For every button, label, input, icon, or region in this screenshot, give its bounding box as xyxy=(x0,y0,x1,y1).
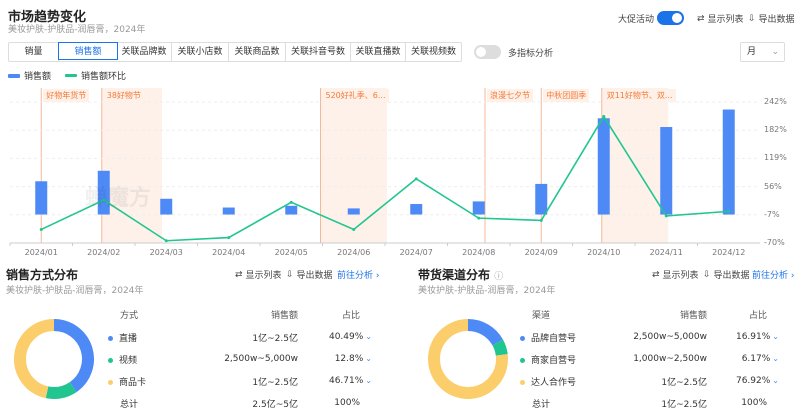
x-tick-label: 2024/06 xyxy=(337,248,371,257)
table-row: 视频 2,500w~5,000w 12.8% ⌄ xyxy=(108,348,380,370)
series-dot xyxy=(108,335,113,341)
x-tick-label: 2024/05 xyxy=(274,248,308,257)
chevron-down-icon: ⌄ xyxy=(365,376,372,385)
y-tick-label: -70% xyxy=(764,238,785,247)
y-tick-label: 242% xyxy=(764,97,787,106)
right-export-button[interactable]: ⇩ 导出数据 xyxy=(703,268,750,282)
chevron-right-icon: › xyxy=(375,271,380,281)
series-dot xyxy=(108,357,113,363)
left-panel-title: 销售方式分布 xyxy=(6,268,79,282)
event-label[interactable]: 浪漫七夕节 xyxy=(487,89,533,102)
left-panel-subtitle: 美妆护肤-护肤品-润唇膏，2024年 xyxy=(6,286,144,296)
table-row: 商品卡 1亿~2.5亿 46.71% ⌄ xyxy=(108,370,380,392)
pct-expand[interactable]: 16.91% ⌄ xyxy=(707,326,787,348)
y-tick-label: 182% xyxy=(764,125,787,135)
pct-expand[interactable]: 46.71% ⌄ xyxy=(298,370,380,392)
download-icon: ⇩ xyxy=(703,269,711,280)
donut-slice[interactable] xyxy=(492,339,508,356)
x-tick-label: 2024/12 xyxy=(712,248,746,257)
sales-method-donut xyxy=(14,319,94,399)
donut-slice[interactable] xyxy=(53,319,94,393)
event-label[interactable]: 好物年货节 xyxy=(43,89,90,102)
list-icon: ⇄ xyxy=(235,269,243,280)
x-tick-label: 2024/11 xyxy=(649,248,683,257)
left-export-button[interactable]: ⇩ 导出数据 xyxy=(286,268,333,282)
sales-method-table: 方式 销售额 占比 直播 1亿~2.5亿 40.49% ⌄ 视频 2,500w~5… xyxy=(108,302,380,414)
pct-expand[interactable]: 76.92% ⌄ xyxy=(707,370,787,392)
chevron-down-icon: ⌄ xyxy=(772,332,779,341)
table-header-row: 渠道 销售额 占比 xyxy=(532,310,767,321)
right-panel-title: 带货渠道分布 ⓘ xyxy=(418,268,504,282)
series-dot xyxy=(520,335,525,341)
table-total-row: 总计 1亿~2.5亿 100% xyxy=(532,398,767,410)
x-tick-label: 2024/09 xyxy=(524,248,558,257)
table-header-row: 方式 销售额 占比 xyxy=(120,310,360,321)
donut-slice[interactable] xyxy=(467,319,503,346)
chevron-down-icon: ⌄ xyxy=(365,332,372,341)
series-dot xyxy=(520,379,525,385)
table-row: 直播 1亿~2.5亿 40.49% ⌄ xyxy=(108,326,380,348)
table-total-row: 总计 2.5亿~5亿 100% xyxy=(120,398,360,410)
right-panel-subtitle: 美妆护肤-护肤品-润唇膏，2024年 xyxy=(418,286,556,296)
y-tick-label: 56% xyxy=(764,181,782,191)
x-tick-label: 2024/07 xyxy=(399,248,433,257)
event-label[interactable]: 520好礼季、6... xyxy=(322,89,389,102)
table-row: 商家自营号 1,000w~2,500w 6.17% ⌄ xyxy=(520,348,787,370)
x-tick-label: 2024/02 xyxy=(87,248,121,257)
help-icon[interactable]: ⓘ xyxy=(494,272,503,282)
pct-expand[interactable]: 12.8% ⌄ xyxy=(298,348,380,370)
y-tick-label: 119% xyxy=(764,153,787,163)
donut-slice[interactable] xyxy=(45,381,77,399)
channel-table: 渠道 销售额 占比 品牌自营号 2,500w~5,000w 16.91% ⌄ 商家… xyxy=(520,302,787,414)
series-dot xyxy=(108,379,113,385)
chart-labels: 好物年货节 38好物节 520好礼季、6... 浪漫七夕节 中秋团圆季 双11好物节、双.… xyxy=(0,0,800,265)
chevron-down-icon: ⌄ xyxy=(772,354,779,363)
chevron-down-icon: ⌄ xyxy=(772,376,779,385)
y-tick-label: -7% xyxy=(764,209,780,219)
table-row: 品牌自营号 2,500w~5,000w 16.91% ⌄ xyxy=(520,326,787,348)
table-row: 达人合作号 1亿~2.5亿 76.92% ⌄ xyxy=(520,370,787,392)
event-label[interactable]: 双11好物节、双... xyxy=(603,89,676,102)
left-show-list-button[interactable]: ⇄ 显示列表 xyxy=(235,268,282,282)
donut-slice[interactable] xyxy=(14,319,55,399)
x-tick-label: 2024/08 xyxy=(462,248,496,257)
right-goto-analysis-link[interactable]: 前往分析 › xyxy=(752,268,795,281)
series-dot xyxy=(520,357,525,363)
x-tick-label: 2024/04 xyxy=(212,248,246,257)
list-icon: ⇄ xyxy=(652,269,660,280)
event-label[interactable]: 中秋团圆季 xyxy=(543,89,590,102)
event-label[interactable]: 38好物节 xyxy=(103,89,144,102)
chevron-down-icon: ⌄ xyxy=(365,354,372,363)
x-tick-label: 2024/03 xyxy=(149,248,183,257)
pct-expand[interactable]: 40.49% ⌄ xyxy=(298,326,380,348)
x-tick-label: 2024/10 xyxy=(587,248,621,257)
x-tick-label: 2024/01 xyxy=(24,248,58,257)
left-goto-analysis-link[interactable]: 前往分析 › xyxy=(337,268,380,281)
pct-expand[interactable]: 6.17% ⌄ xyxy=(707,348,787,370)
download-icon: ⇩ xyxy=(286,269,294,280)
right-show-list-button[interactable]: ⇄ 显示列表 xyxy=(652,268,699,282)
channel-donut xyxy=(428,319,508,399)
chevron-right-icon: › xyxy=(790,271,795,281)
